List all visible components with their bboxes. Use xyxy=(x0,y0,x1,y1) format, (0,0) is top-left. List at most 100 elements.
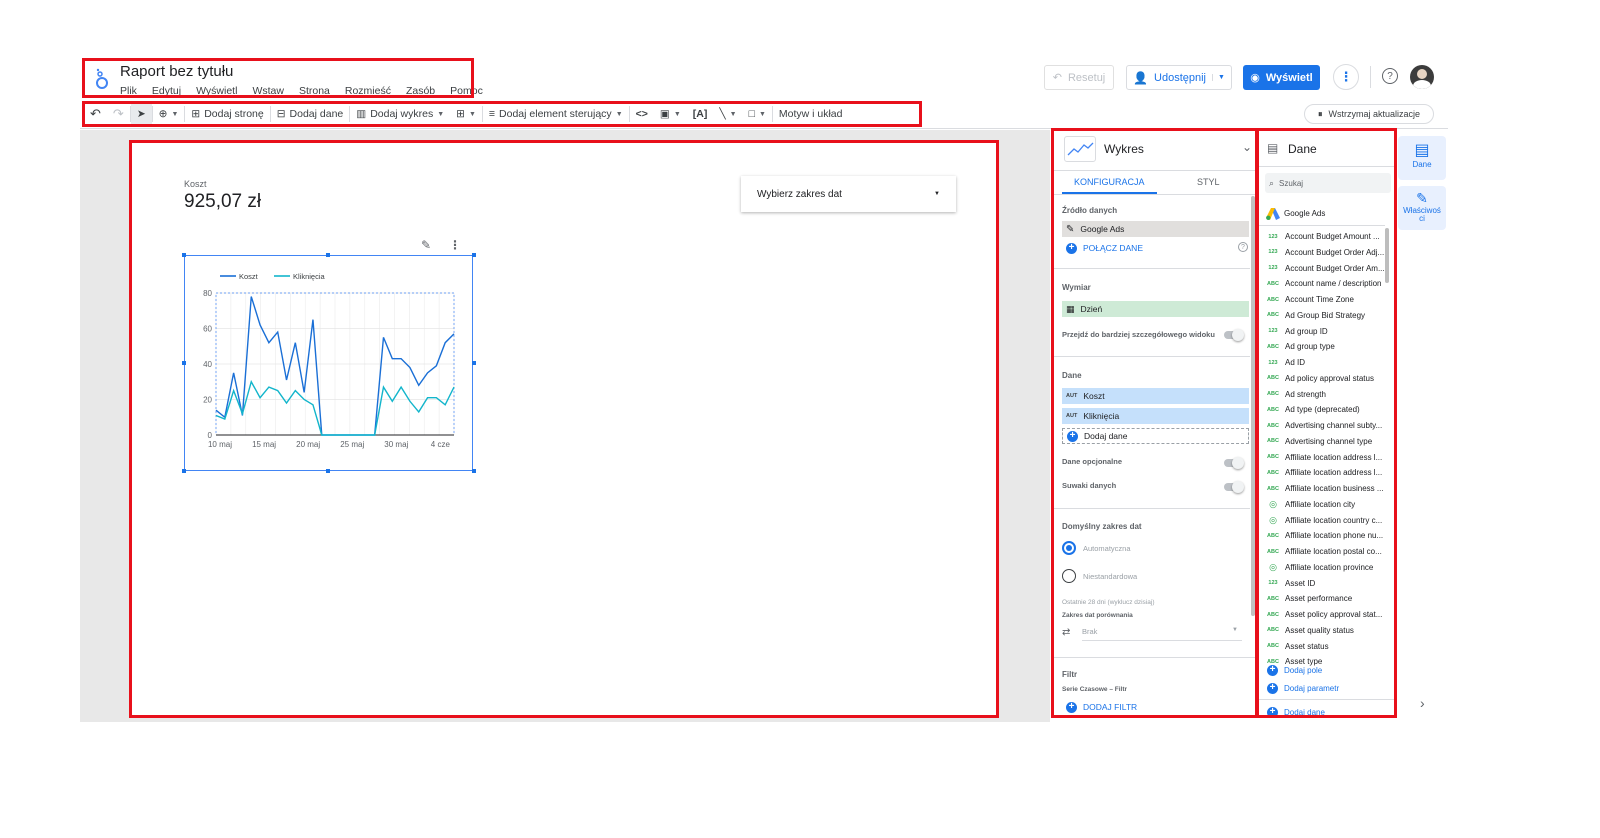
field-list-item[interactable]: ABC Affiliate location phone nu... xyxy=(1267,528,1383,543)
text-box-icon[interactable]: [A] xyxy=(687,108,714,120)
field-list-item[interactable]: ABC Account name / description xyxy=(1267,276,1381,291)
add-field-button[interactable]: + Dodaj pole xyxy=(1263,662,1383,678)
field-list-item[interactable]: 123 Account Budget Amount ... xyxy=(1267,229,1379,244)
scorecard-value[interactable]: 925,07 zł xyxy=(184,191,261,213)
add-parameter-button[interactable]: + Dodaj parametr xyxy=(1263,680,1383,696)
add-chart-button[interactable]: ▥ Dodaj wykres ▼ xyxy=(350,108,450,120)
drilldown-toggle[interactable] xyxy=(1224,329,1244,341)
field-list-item[interactable]: 123 Ad group ID xyxy=(1267,324,1327,339)
share-dropdown-icon[interactable]: ▼ xyxy=(1212,74,1225,81)
field-list-item[interactable]: 123 Account Budget Order Adj... xyxy=(1267,245,1384,260)
google-ads-icon xyxy=(1266,207,1280,225)
field-list-item[interactable]: ABC Ad type (deprecated) xyxy=(1267,402,1360,417)
panel-scrollbar[interactable] xyxy=(1251,196,1255,616)
field-list-item[interactable]: 123 Asset ID xyxy=(1267,576,1315,591)
optional-metrics-toggle[interactable] xyxy=(1224,457,1244,469)
help-icon[interactable]: ? xyxy=(1382,68,1398,84)
community-viz-button[interactable]: ⊞ ▼ xyxy=(450,108,482,120)
avatar[interactable] xyxy=(1410,65,1434,89)
tab-config[interactable]: KONFIGURACJA xyxy=(1074,177,1145,187)
field-list-item[interactable]: ABC Affiliate location business ... xyxy=(1267,481,1384,496)
rail-properties-tab[interactable]: ✎ Właściwości xyxy=(1398,186,1446,230)
shape-button[interactable]: □ ▼ xyxy=(743,108,772,120)
time-series-chart-icon[interactable] xyxy=(1064,136,1096,162)
menu-file[interactable]: Plik xyxy=(120,85,137,97)
fields-search-input[interactable]: ⌕ Szukaj xyxy=(1265,173,1391,193)
add-filter-button[interactable]: + DODAJ FILTR xyxy=(1062,699,1249,715)
embed-code-icon[interactable]: <> xyxy=(630,108,654,120)
field-list-item[interactable]: ABC Asset performance xyxy=(1267,591,1352,606)
chart-properties-panel: Wykres ⌄ KONFIGURACJA STYL Źródło danych… xyxy=(1053,130,1256,718)
data-source-chip[interactable]: ✎ Google Ads xyxy=(1062,221,1249,237)
field-list-item[interactable]: ABC Account Time Zone xyxy=(1267,292,1354,307)
zoom-button[interactable]: ⊕ ▼ xyxy=(153,108,185,120)
menu-help[interactable]: Pomoc xyxy=(450,85,483,97)
field-list-item[interactable]: ◎ Affiliate location country c... xyxy=(1267,513,1382,528)
field-list-item[interactable]: 123 Ad ID xyxy=(1267,355,1305,370)
field-list-scrollbar[interactable] xyxy=(1385,228,1389,283)
chevron-down-icon[interactable]: ⌄ xyxy=(1242,140,1252,154)
add-data-button[interactable]: ⊟ Dodaj dane xyxy=(271,108,350,120)
scorecard-label: Koszt xyxy=(184,179,207,189)
redo-icon[interactable]: ↷ xyxy=(107,106,130,122)
reset-button[interactable]: ↶ Resetuj xyxy=(1044,65,1114,90)
share-button[interactable]: 👤 Udostępnij ▼ xyxy=(1126,65,1232,90)
menu-view[interactable]: Wyświetl xyxy=(196,85,237,97)
menu-resource[interactable]: Zasób xyxy=(406,85,435,97)
field-list-item[interactable]: ABC Asset status xyxy=(1267,639,1329,654)
tab-style[interactable]: STYL xyxy=(1197,177,1220,187)
field-list-item[interactable]: 123 Account Budget Order Am... xyxy=(1267,261,1384,276)
field-list-item[interactable]: ABC Ad strength xyxy=(1267,387,1326,402)
date-range-picker[interactable]: Wybierz zakres dat ▼ xyxy=(741,176,956,212)
chevron-right-icon[interactable]: › xyxy=(1420,695,1425,711)
field-name: Asset ID xyxy=(1285,578,1316,588)
view-button[interactable]: ◉ Wyświetl xyxy=(1243,65,1320,90)
looker-studio-logo-icon[interactable] xyxy=(94,68,110,90)
eye-icon: ◉ xyxy=(1250,72,1260,84)
field-list-item[interactable]: ABC Affiliate location postal co... xyxy=(1267,544,1382,559)
compare-range-select[interactable]: Brak ▼ xyxy=(1082,627,1242,641)
field-name: Ad type (deprecated) xyxy=(1285,405,1360,415)
pause-updates-button[interactable]: ⏸ Wstrzymaj aktualizacje xyxy=(1304,104,1434,124)
help-icon[interactable]: ? xyxy=(1238,242,1248,252)
field-list-item[interactable]: ABC Affiliate location address l... xyxy=(1267,450,1382,465)
field-list-item[interactable]: ABC Affiliate location address l... xyxy=(1267,465,1382,480)
menu-edit[interactable]: Edytuj xyxy=(152,85,181,97)
field-list-item[interactable]: ABC Advertising channel subty... xyxy=(1267,418,1382,433)
rail-data-tab[interactable]: ▤ Dane xyxy=(1398,136,1446,180)
menu-arrange[interactable]: Rozmieść xyxy=(345,85,391,97)
menu-insert[interactable]: Wstaw xyxy=(252,85,284,97)
edit-pencil-icon[interactable]: ✎ xyxy=(421,238,431,252)
field-list-item[interactable]: ◎ Affiliate location province xyxy=(1267,560,1373,575)
theme-layout-button[interactable]: Motyw i układ xyxy=(773,108,849,120)
add-data-button[interactable]: + Dodaj dane xyxy=(1263,704,1383,718)
field-list-item[interactable]: ABC Ad group type xyxy=(1267,339,1335,354)
undo-icon[interactable]: ↶ xyxy=(84,106,107,122)
add-control-button[interactable]: ≡ Dodaj element sterujący ▼ xyxy=(483,108,629,120)
field-list-item[interactable]: ABC Advertising channel type xyxy=(1267,434,1372,449)
image-button[interactable]: ▣ ▼ xyxy=(654,108,687,120)
add-metric-button[interactable]: + Dodaj dane xyxy=(1062,428,1249,444)
radio-auto[interactable] xyxy=(1062,541,1076,555)
report-title[interactable]: Raport bez tytułu xyxy=(120,63,233,80)
select-pointer-icon[interactable]: ➤ xyxy=(130,104,152,124)
field-list-item[interactable]: ABC Asset quality status xyxy=(1267,623,1354,638)
chart-more-icon[interactable]: ⋮ xyxy=(449,238,461,252)
metric-chip-cost[interactable]: AUT Koszt xyxy=(1062,388,1249,404)
report-page[interactable]: Koszt 925,07 zł Wybierz zakres dat ▼ ✎ ⋮… xyxy=(131,142,997,716)
connect-data-button[interactable]: + POŁĄCZ DANE xyxy=(1062,240,1249,256)
menu-page[interactable]: Strona xyxy=(299,85,330,97)
field-list-item[interactable]: ABC Ad policy approval status xyxy=(1267,371,1374,386)
metric-chip-clicks[interactable]: AUT Kliknięcia xyxy=(1062,408,1249,424)
line-button[interactable]: ╲ ▼ xyxy=(713,108,742,120)
panel-divider xyxy=(1054,356,1250,357)
field-list-item[interactable]: ABC Ad Group Bid Strategy xyxy=(1267,308,1365,323)
radio-custom[interactable] xyxy=(1062,569,1076,583)
more-options-icon[interactable]: ⋮ xyxy=(1333,64,1359,90)
dimension-chip[interactable]: ▦ Dzień xyxy=(1062,301,1249,317)
field-list-item[interactable]: ◎ Affiliate location city xyxy=(1267,497,1355,512)
add-page-button[interactable]: ⊞ Dodaj stronę xyxy=(185,108,269,120)
field-list-item[interactable]: ABC Asset policy approval stat... xyxy=(1267,607,1382,622)
time-series-chart[interactable]: 0 20 40 60 80 10 maj 15 maj 20 maj 25 maj 30 maj 4… xyxy=(184,255,474,471)
metric-sliders-toggle[interactable] xyxy=(1224,481,1244,493)
